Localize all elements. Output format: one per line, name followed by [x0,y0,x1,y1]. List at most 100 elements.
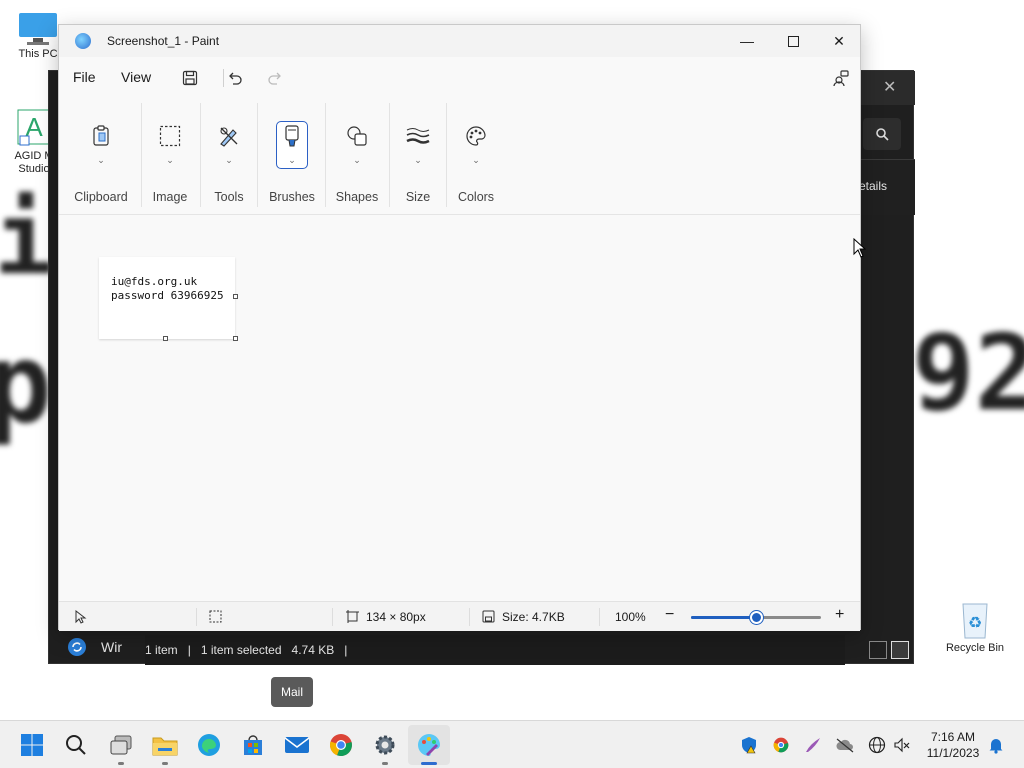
system-clock[interactable]: 7:16 AM 11/1/2023 [918,729,988,761]
chevron-down-icon: ⌄ [225,155,233,165]
taskbar-chrome[interactable] [327,731,355,759]
stroke-size-icon [405,123,431,149]
taskbar-search-button[interactable] [62,731,90,759]
explorer-statusbar: 1 item | 1 item selected 4.74 KB | [145,635,845,665]
ribbon-group-image[interactable]: ⌄ Image [145,97,195,215]
zoom-slider[interactable] [691,611,821,624]
clock-time: 7:16 AM [930,730,976,744]
ribbon-group-colors[interactable]: ⌄ Colors [450,97,502,215]
account-button[interactable] [830,67,852,89]
minimize-icon: — [740,33,754,49]
ribbon-label: Clipboard [74,190,128,204]
windows-icon [21,734,43,756]
status-item-count: 1 item [145,643,178,657]
tray-volume[interactable] [892,735,912,755]
desktop-icon-recycle-bin[interactable]: ♻ Recycle Bin [943,598,1007,654]
task-view-button[interactable] [107,731,135,765]
chevron-down-icon: ⌄ [353,155,361,165]
bg-text-i: i [0,180,55,297]
ribbon-label: Colors [457,190,495,204]
maximize-button[interactable] [770,25,816,57]
zoom-slider-thumb[interactable] [750,611,763,624]
desktop-icon-label: Recycle Bin [945,642,1005,654]
taskbar-edge[interactable] [195,731,223,759]
tray-pen[interactable] [803,735,823,755]
chevron-down-icon: ⌄ [97,155,105,165]
explorer-details-button[interactable]: etails [859,179,887,193]
ribbon-group-size[interactable]: ⌄ Size [393,97,443,215]
save-button[interactable] [179,67,201,89]
taskbar-settings[interactable] [371,731,399,765]
resize-handle-right[interactable] [233,294,238,299]
resize-handle-bottom[interactable] [163,336,168,341]
tiles-view-icon[interactable] [891,641,909,659]
status-divider [196,608,197,626]
paint-titlebar: Screenshot_1 - Paint — ✕ [59,25,860,57]
pointer-position-icon [75,610,87,624]
ribbon-group-brushes[interactable]: ⌄ Brushes [261,97,323,215]
gear-icon [375,735,395,755]
menubar: File View [59,61,860,95]
ribbon-group-tools[interactable]: ⌄ Tools [204,97,254,215]
ribbon-group-shapes[interactable]: ⌄ Shapes [329,97,385,215]
bg-text-p: p [0,320,53,448]
status-size: 4.74 KB [291,643,335,657]
status-separator: | [344,643,348,657]
tray-chrome[interactable] [771,735,791,755]
select-rectangle-icon [157,123,183,149]
undo-icon [229,72,242,85]
chevron-down-icon: ⌄ [414,155,422,165]
ribbon-label: Shapes [335,190,379,204]
account-settings-icon [833,70,849,87]
details-view-icon[interactable] [869,641,887,659]
minimize-button[interactable]: — [724,25,770,57]
zoom-in-button[interactable]: + [835,606,844,624]
mail-icon [284,737,310,753]
status-divider [332,608,333,626]
zoom-level[interactable]: 100% [615,610,646,624]
paint-window: Screenshot_1 - Paint — ✕ File View ⌄ Cli [58,24,861,631]
ribbon: ⌄ Clipboard ⌄ Image ⌄ Tools ⌄ Brushes ⌄ … [59,97,860,215]
ribbon-divider [257,103,258,207]
shield-warning-icon [742,737,756,754]
taskbar: 7:16 AM 11/1/2023 [0,720,1024,768]
tray-notifications[interactable] [986,735,1006,755]
taskbar-store[interactable] [239,731,267,759]
redo-button[interactable] [264,67,286,89]
running-indicator [421,762,437,765]
drawing-canvas[interactable]: iu@fds.org.uk password 63966925 [99,257,235,339]
undo-button[interactable] [224,67,246,89]
start-button[interactable] [18,731,46,759]
ribbon-label: Tools [214,190,244,204]
ribbon-group-clipboard[interactable]: ⌄ Clipboard [69,97,133,215]
monitor-icon [17,12,59,46]
explorer-sidebar-item[interactable]: Wir [67,637,122,657]
explorer-search-button[interactable] [863,118,901,150]
canvas-area[interactable]: iu@fds.org.uk password 63966925 [59,216,860,601]
close-icon: ✕ [833,32,845,49]
maximize-icon [787,35,799,47]
ribbon-divider [141,103,142,207]
chevron-down-icon: ⌄ [166,155,174,165]
canvas-dimensions: 134 × 80px [366,610,426,624]
zoom-out-button[interactable]: − [665,606,674,624]
resize-handle-corner[interactable] [233,336,238,341]
tray-network[interactable] [867,735,887,755]
menu-file[interactable]: File [73,69,96,85]
palette-icon [463,123,489,149]
search-icon [66,735,86,755]
canvas-text-line: iu@fds.org.uk [111,275,198,288]
explorer-sidebar-label: Wir [101,639,122,655]
ribbon-divider [325,103,326,207]
taskbar-file-explorer[interactable] [151,731,179,765]
menu-view[interactable]: View [121,69,151,85]
tray-defender[interactable] [739,735,759,755]
tray-onedrive[interactable] [835,735,855,755]
file-size: Size: 4.7KB [502,610,565,624]
explorer-close-icon[interactable]: ✕ [883,77,896,97]
redo-icon [268,72,281,85]
taskbar-paint[interactable] [415,731,443,765]
selection-size-icon [209,610,222,623]
close-button[interactable]: ✕ [816,25,862,57]
taskbar-mail[interactable] [283,731,311,759]
